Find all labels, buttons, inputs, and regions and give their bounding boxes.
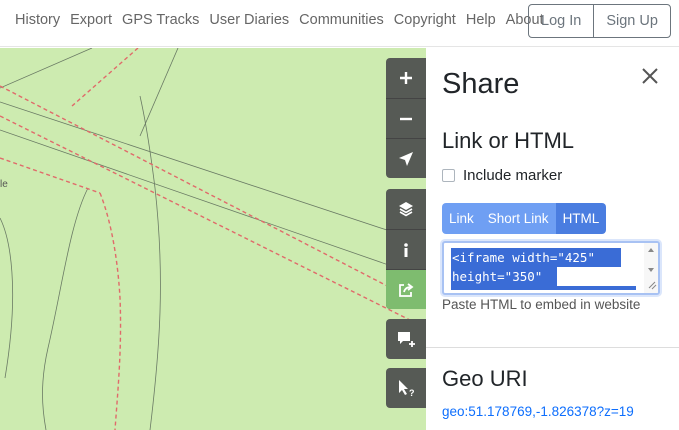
nav-links: History Export GPS Tracks User Diaries C… [15,12,544,28]
share-button[interactable] [386,269,426,309]
textarea-scrollbar[interactable] [644,243,658,293]
auth-buttons: Log In Sign Up [528,4,671,38]
nav-link-history[interactable]: History [15,12,60,28]
top-navigation: History Export GPS Tracks User Diaries C… [0,0,679,47]
query-features-icon: ? [399,380,415,397]
map-place-label: le [0,179,8,190]
query-features-button[interactable]: ? [386,368,426,408]
close-icon[interactable] [640,66,660,86]
section-divider [426,347,679,348]
login-button[interactable]: Log In [529,5,593,37]
layers-icon [399,202,413,217]
zoom-in-button[interactable] [386,58,426,98]
embed-code-line: height="350" [451,267,557,286]
link-section-title: Link or HTML [442,128,575,153]
embed-code-line: <iframe width="425" [451,248,621,267]
panel-title: Share [442,68,520,100]
geo-uri-link[interactable]: geo:51.178769,-1.826378?z=19 [442,404,634,419]
svg-text:?: ? [409,388,415,397]
tab-link[interactable]: Link [442,203,481,234]
geo-uri-title: Geo URI [442,366,528,391]
signup-button[interactable]: Sign Up [593,5,670,37]
query-controls: ? [386,368,426,408]
nav-link-help[interactable]: Help [466,12,496,28]
include-marker-checkbox[interactable] [442,169,455,182]
layer-controls [386,189,426,309]
locate-button[interactable] [386,138,426,178]
link-format-tabs: Link Short Link HTML [442,203,607,234]
nav-link-export[interactable]: Export [70,12,112,28]
embed-html-textarea[interactable]: <iframe width="425" height="350" [442,241,660,295]
nav-link-copyright[interactable]: Copyright [394,12,456,28]
info-icon [404,242,408,257]
nav-link-user-diaries[interactable]: User Diaries [209,12,289,28]
map-features [0,48,426,430]
tab-html[interactable]: HTML [555,203,607,234]
share-icon [399,282,414,297]
include-marker-option[interactable]: Include marker [442,167,562,184]
zoom-controls [386,58,426,178]
nav-link-communities[interactable]: Communities [299,12,384,28]
embed-code: <iframe width="425" height="350" [451,248,636,290]
map-info-button[interactable] [386,229,426,269]
embed-hint: Paste HTML to embed in website [442,297,641,312]
locate-arrow-icon [399,151,413,166]
zoom-in-icon [400,72,412,84]
add-note-icon [398,332,415,347]
share-panel: Share Link or HTML Include marker Link S… [426,48,679,430]
embed-code-line-partial [451,286,636,290]
include-marker-label: Include marker [463,167,563,184]
map-canvas[interactable]: le [0,48,426,430]
zoom-out-button[interactable] [386,98,426,138]
nav-link-gps-tracks[interactable]: GPS Tracks [122,12,199,28]
tab-short-link[interactable]: Short Link [480,203,556,234]
zoom-out-icon [400,117,412,120]
layers-button[interactable] [386,189,426,229]
note-controls [386,319,426,359]
scroll-arrows-icon [648,248,657,290]
add-note-button[interactable] [386,319,426,359]
